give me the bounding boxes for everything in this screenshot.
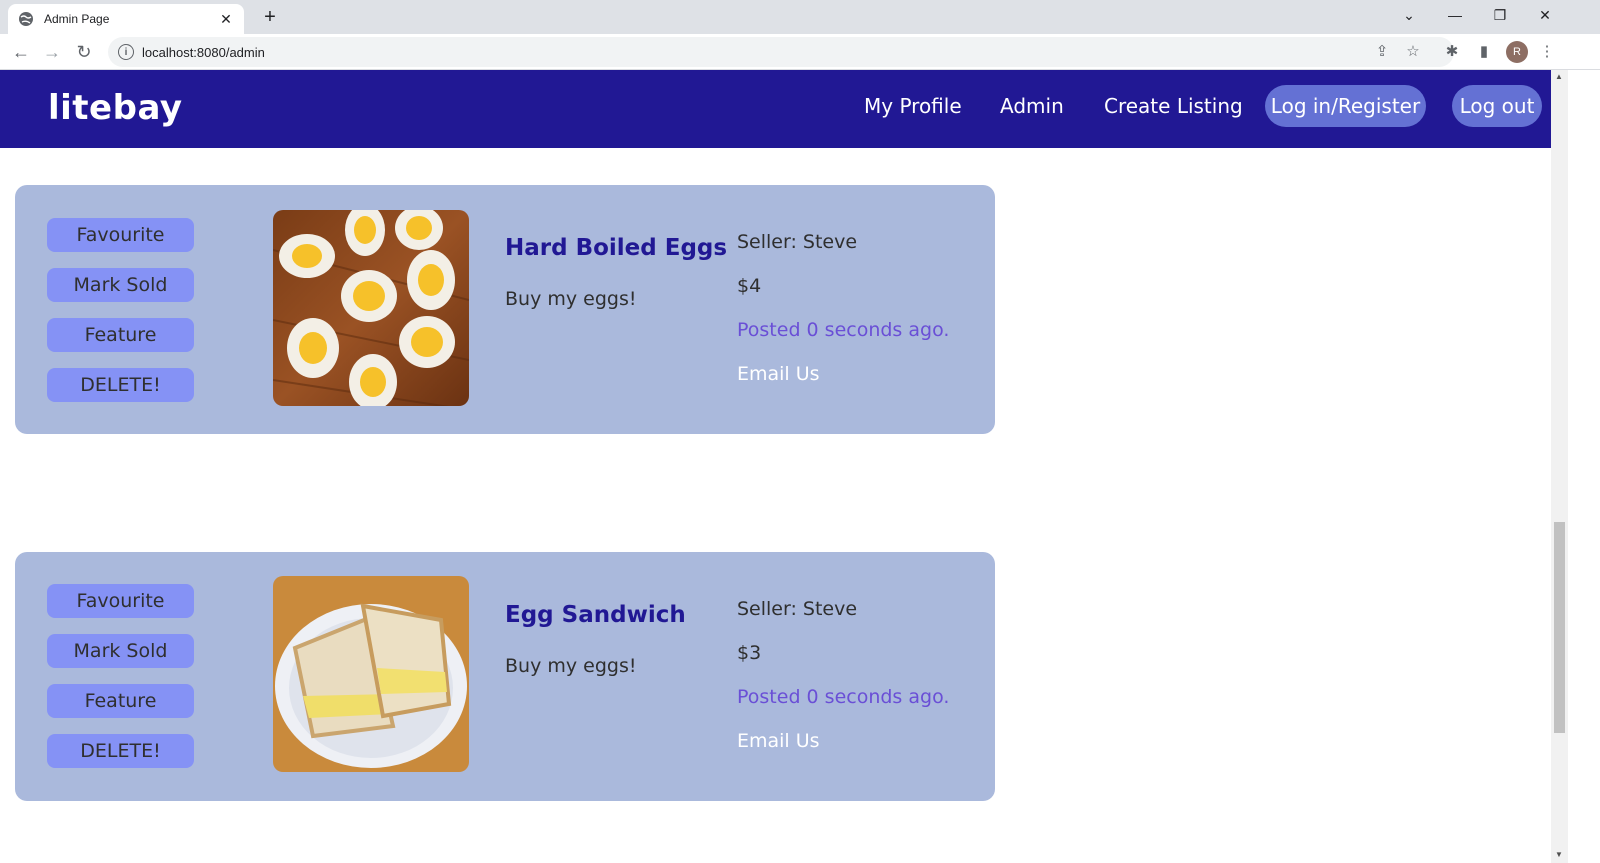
page-scrollbar[interactable]: ▲ ▼ [1551,70,1568,863]
listing-title[interactable]: Egg Sandwich [505,602,686,628]
extensions-icon[interactable]: ✱ [1442,41,1462,61]
listing-description: Buy my eggs! [505,288,637,310]
close-tab-icon[interactable]: ✕ [218,11,234,28]
listing-card: Favourite Mark Sold Feature DELETE! Egg … [15,552,995,801]
listing-posted-time: Posted 0 seconds ago. [737,686,950,708]
url-text: localhost:8080/admin [142,44,265,60]
scrollbar-thumb[interactable] [1554,522,1565,733]
minimize-icon[interactable]: — [1432,0,1478,30]
mark-sold-button[interactable]: Mark Sold [47,634,194,668]
scroll-down-icon[interactable]: ▼ [1555,850,1563,859]
menu-kebab-icon[interactable]: ⋮ [1537,41,1557,61]
new-tab-icon[interactable]: + [258,4,282,30]
site-info-icon[interactable]: i [118,44,134,60]
favourite-button[interactable]: Favourite [47,218,194,252]
login-register-button[interactable]: Log in/Register [1265,85,1426,127]
window-close-icon[interactable]: ✕ [1522,0,1568,30]
nav-create-listing[interactable]: Create Listing [1104,94,1243,118]
email-us-link[interactable]: Email Us [737,363,820,385]
tab-title: Admin Page [44,12,110,26]
feature-button[interactable]: Feature [47,684,194,718]
listing-posted-time: Posted 0 seconds ago. [737,319,950,341]
listing-title[interactable]: Hard Boiled Eggs [505,235,727,261]
favourite-button[interactable]: Favourite [47,584,194,618]
forward-icon[interactable]: → [38,38,66,66]
globe-icon [18,11,34,27]
nav-admin[interactable]: Admin [1000,94,1064,118]
scroll-up-icon[interactable]: ▲ [1555,72,1563,81]
page-viewport: litebay My Profile Admin Create Listing … [0,70,1551,863]
site-navbar: litebay My Profile Admin Create Listing … [0,70,1551,148]
listing-seller: Seller: Steve [737,598,858,620]
bookmark-star-icon[interactable]: ☆ [1403,41,1423,61]
back-icon[interactable]: ← [7,38,35,66]
browser-tab-strip: Admin Page ✕ + ⌄ — ❐ ✕ [0,0,1600,34]
browser-tab[interactable]: Admin Page ✕ [8,4,244,34]
address-bar[interactable]: i localhost:8080/admin [108,37,1454,67]
side-panel-icon[interactable]: ▮ [1474,41,1494,61]
listing-description: Buy my eggs! [505,655,637,677]
nav-my-profile[interactable]: My Profile [864,94,962,118]
email-us-link[interactable]: Email Us [737,730,820,752]
logout-button[interactable]: Log out [1452,85,1542,127]
feature-button[interactable]: Feature [47,318,194,352]
delete-button[interactable]: DELETE! [47,368,194,402]
restore-icon[interactable]: ❐ [1477,0,1523,30]
listing-card: Favourite Mark Sold Feature DELETE! Hard… [15,185,995,434]
listing-seller: Seller: Steve [737,231,858,253]
brand-logo[interactable]: litebay [48,88,183,128]
listing-image-boiled-eggs [273,210,469,406]
delete-button[interactable]: DELETE! [47,734,194,768]
listing-price: $4 [737,275,762,297]
reload-icon[interactable]: ↻ [70,38,98,66]
listing-image-egg-sandwich [273,576,469,772]
profile-avatar[interactable]: R [1506,41,1528,63]
listing-price: $3 [737,642,762,664]
mark-sold-button[interactable]: Mark Sold [47,268,194,302]
share-icon[interactable]: ⇪ [1372,41,1392,61]
browser-toolbar: ← → ↻ i localhost:8080/admin ⇪ ☆ ✱ ▮ R ⋮ [0,34,1600,70]
tab-search-icon[interactable]: ⌄ [1386,0,1432,30]
